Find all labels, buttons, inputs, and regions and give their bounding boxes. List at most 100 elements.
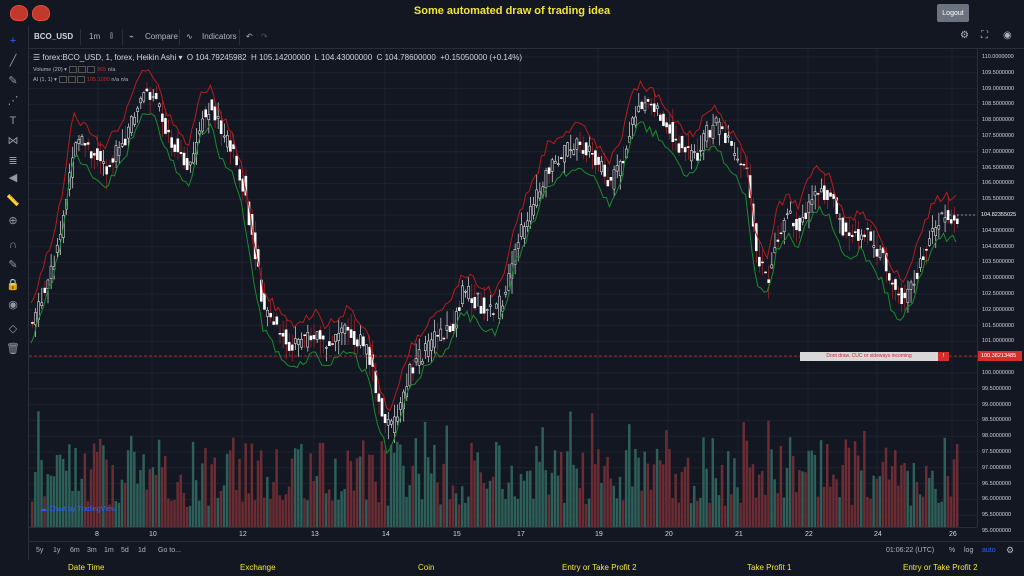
crosshair-icon[interactable]: + [6,34,20,48]
scale-settings-icon[interactable]: ⚙ [1006,545,1014,556]
trash-icon[interactable]: 🗑 [6,342,20,356]
magnet-icon[interactable]: ∩ [6,238,20,252]
fib-icon[interactable]: ≣ [6,154,20,168]
study-toggle-icon[interactable] [69,66,78,73]
zoom-icon[interactable]: ⊕ [6,214,20,228]
volume-bar [674,473,677,527]
price-chart[interactable] [29,49,977,527]
candle-body [603,164,607,177]
volume-bar [529,470,532,527]
volume-bar [324,493,328,527]
time-scale[interactable]: 8 10 12 13 14 15 17 19 20 21 22 24 26 [29,527,977,542]
range-button-3m[interactable]: 3m [87,547,97,554]
path-icon[interactable]: ⋰ [6,94,20,108]
volume-bar [386,505,390,527]
volume-bar [918,494,922,527]
candle-body [399,402,402,410]
symbol-selector[interactable]: BCO_USD [34,32,73,41]
arrow-left-icon[interactable]: ◀ [6,171,20,185]
tradingview-watermark[interactable]: ☁ Chart by TradingView [40,505,116,513]
volume-bar [532,498,535,527]
study-close-icon[interactable] [87,66,96,73]
legend-menu-icon[interactable]: ☰ [33,53,40,62]
indicators-icon[interactable]: ∿ [186,32,193,41]
logout-button[interactable]: Logout [937,4,969,22]
redo-icon[interactable]: ↷ [261,32,268,41]
trade-annotation[interactable]: Dont draw. CUC or sideways incoming [800,352,938,361]
interval-selector[interactable]: 1m [89,32,100,41]
fullscreen-icon[interactable]: ⛶ [981,30,988,41]
camera-icon[interactable]: ◉ [1003,30,1012,41]
compare-button[interactable]: Compare [145,32,178,41]
candle-body [492,313,495,315]
log-toggle[interactable]: log [964,547,973,554]
candle-body [547,167,551,174]
volume-bar [95,451,99,527]
candle-body [668,124,671,134]
pattern-icon[interactable]: ⋈ [6,134,20,148]
candle-body [838,218,842,220]
time-tick: 12 [239,531,247,538]
eye-icon[interactable]: ◉ [6,298,20,312]
volume-bar [847,447,851,527]
volume-bar [757,474,761,527]
text-icon[interactable]: T [6,114,20,128]
compare-icon[interactable]: ⌁ [129,32,134,41]
ai-label[interactable]: AI (1, 1) [33,77,53,83]
candle-body [829,192,832,197]
volume-bar [844,439,848,527]
volume-bar [556,475,560,527]
ruler-icon[interactable]: 📏 [6,194,20,208]
time-tick: 22 [805,531,813,538]
price-scale[interactable]: 110.0000000 109.5000000 109.0000000 108.500… [977,49,1024,534]
candle-body [832,194,835,199]
candle-body [83,143,87,146]
layers-icon[interactable]: ◇ [6,322,20,336]
settings-gear-icon[interactable]: ⚙ [960,30,969,41]
indicators-button[interactable]: Indicators [202,32,237,41]
trend-line-icon[interactable]: ╱ [6,54,20,68]
candle-body [943,217,947,223]
percent-toggle[interactable]: % [949,547,955,554]
candle-body [878,249,882,258]
study-settings-icon[interactable] [78,66,87,73]
goto-button[interactable]: Go to... [158,547,181,554]
range-button-5d[interactable]: 5d [121,547,129,554]
volume-bar [767,420,770,527]
volume-bar [275,449,278,527]
lock-drawing-icon[interactable]: ✎ [6,258,20,272]
range-button-6m[interactable]: 6m [70,547,80,554]
brush-icon[interactable]: ✎ [6,74,20,88]
auto-toggle[interactable]: auto [982,547,996,554]
price-tick: 104.0000000 [982,243,1015,250]
study-toggle-icon[interactable] [59,76,68,83]
chart-style-icon[interactable]: ⫾ [110,30,113,41]
volume-bar [198,500,201,527]
annotation-flag[interactable]: ! [938,352,949,361]
volume-bar [881,461,885,527]
price-tick: 97.0000000 [982,464,1012,471]
candle-body [77,139,81,144]
range-button-1m[interactable]: 1m [104,547,114,554]
candle-body [386,419,390,426]
price-tick: 104.5000000 [982,227,1015,234]
volume-bar [761,471,764,527]
volume-bar [878,476,882,527]
study-close-icon[interactable] [77,76,86,83]
ai-value: 105.1000 [86,76,110,83]
range-button-1d[interactable]: 1d [138,547,146,554]
candle-body [594,150,597,166]
range-button-5y[interactable]: 5y [36,547,43,554]
volume-bar [835,479,838,527]
price-tick: 106.5000000 [982,164,1015,171]
candle-body [396,416,399,422]
undo-icon[interactable]: ↶ [246,32,253,41]
lock-icon[interactable]: 🔒 [6,278,20,292]
range-button-1y[interactable]: 1y [53,547,60,554]
study-settings-icon[interactable] [68,76,77,83]
volume-label[interactable]: Volume (20) [33,67,63,73]
volume-bar [467,496,470,527]
volume-bar [343,488,346,527]
candle-body [550,159,554,172]
utc-clock[interactable]: 01:06:22 (UTC) [886,547,934,554]
